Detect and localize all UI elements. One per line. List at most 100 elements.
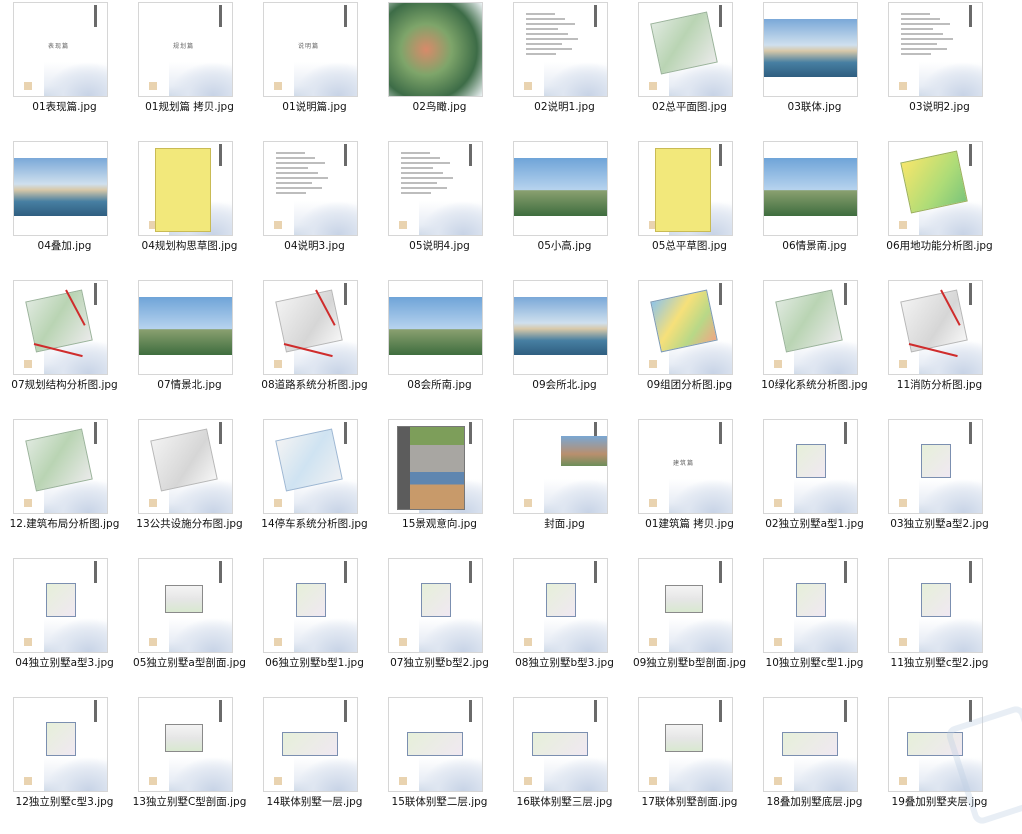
file-tile[interactable]: 15景观意向.jpg — [377, 417, 502, 556]
file-thumbnail[interactable] — [263, 141, 358, 236]
file-thumbnail[interactable] — [513, 280, 608, 375]
file-tile[interactable]: 03独立别墅a型2.jpg — [877, 417, 1002, 556]
file-tile[interactable]: 04叠加.jpg — [2, 139, 127, 278]
file-name-label[interactable]: 10绿化系统分析图.jpg — [752, 378, 877, 392]
file-tile[interactable]: 11独立别墅c型2.jpg — [877, 556, 1002, 695]
file-name-label[interactable]: 16联体别墅三层.jpg — [502, 795, 627, 809]
file-tile[interactable]: 10独立别墅c型1.jpg — [752, 556, 877, 695]
file-tile[interactable]: 18叠加别墅底层.jpg — [752, 695, 877, 834]
file-tile[interactable]: 08会所南.jpg — [377, 278, 502, 417]
file-thumbnail[interactable] — [263, 697, 358, 792]
file-name-label[interactable]: 09会所北.jpg — [502, 378, 627, 392]
file-name-label[interactable]: 04说明3.jpg — [252, 239, 377, 253]
file-tile[interactable]: 建筑篇 01建筑篇 拷贝.jpg — [627, 417, 752, 556]
file-thumbnail[interactable] — [513, 558, 608, 653]
file-name-label[interactable]: 08独立别墅b型3.jpg — [502, 656, 627, 670]
file-thumbnail[interactable] — [888, 558, 983, 653]
file-thumbnail[interactable] — [388, 280, 483, 375]
file-tile[interactable]: 08道路系统分析图.jpg — [252, 278, 377, 417]
file-thumbnail[interactable] — [13, 419, 108, 514]
file-tile[interactable]: 05说明4.jpg — [377, 139, 502, 278]
file-tile[interactable]: 09独立别墅b型剖面.jpg — [627, 556, 752, 695]
file-name-label[interactable]: 04规划构思草图.jpg — [127, 239, 252, 253]
file-name-label[interactable]: 03独立别墅a型2.jpg — [877, 517, 1002, 531]
file-name-label[interactable]: 02独立别墅a型1.jpg — [752, 517, 877, 531]
file-name-label[interactable]: 05小高.jpg — [502, 239, 627, 253]
file-tile[interactable]: 12.建筑布局分析图.jpg — [2, 417, 127, 556]
file-tile[interactable]: 02独立别墅a型1.jpg — [752, 417, 877, 556]
file-tile[interactable]: 17联体别墅剖面.jpg — [627, 695, 752, 834]
file-name-label[interactable]: 07情景北.jpg — [127, 378, 252, 392]
file-thumbnail[interactable] — [13, 558, 108, 653]
file-name-label[interactable]: 18叠加别墅底层.jpg — [752, 795, 877, 809]
file-thumbnail[interactable] — [513, 2, 608, 97]
file-name-label[interactable]: 11消防分析图.jpg — [877, 378, 1002, 392]
file-name-label[interactable]: 02总平面图.jpg — [627, 100, 752, 114]
file-thumbnail[interactable] — [138, 558, 233, 653]
file-thumbnail[interactable] — [138, 280, 233, 375]
file-name-label[interactable]: 03说明2.jpg — [877, 100, 1002, 114]
file-tile[interactable]: 05独立别墅a型剖面.jpg — [127, 556, 252, 695]
file-thumbnail[interactable] — [138, 141, 233, 236]
file-thumbnail[interactable]: 建筑篇 — [638, 419, 733, 514]
file-name-label[interactable]: 11独立别墅c型2.jpg — [877, 656, 1002, 670]
file-thumbnail[interactable] — [888, 280, 983, 375]
file-tile[interactable]: 02说明1.jpg — [502, 0, 627, 139]
file-thumbnail[interactable]: 说明篇 — [263, 2, 358, 97]
file-name-label[interactable]: 12.建筑布局分析图.jpg — [2, 517, 127, 531]
file-tile[interactable]: 05总平草图.jpg — [627, 139, 752, 278]
file-thumbnail[interactable]: 表现篇 — [13, 2, 108, 97]
file-name-label[interactable]: 17联体别墅剖面.jpg — [627, 795, 752, 809]
file-tile[interactable]: 02总平面图.jpg — [627, 0, 752, 139]
file-tile[interactable]: 10绿化系统分析图.jpg — [752, 278, 877, 417]
file-tile[interactable]: 14联体别墅一层.jpg — [252, 695, 377, 834]
file-name-label[interactable]: 05独立别墅a型剖面.jpg — [127, 656, 252, 670]
file-name-label[interactable]: 05说明4.jpg — [377, 239, 502, 253]
file-tile[interactable]: 说明篇 01说明篇.jpg — [252, 0, 377, 139]
file-thumbnail[interactable] — [763, 558, 858, 653]
file-tile[interactable]: 14停车系统分析图.jpg — [252, 417, 377, 556]
file-thumbnail[interactable] — [888, 141, 983, 236]
file-name-label[interactable]: 06用地功能分析图.jpg — [877, 239, 1002, 253]
file-thumbnail[interactable] — [638, 280, 733, 375]
file-name-label[interactable]: 09组团分析图.jpg — [627, 378, 752, 392]
file-thumbnail[interactable] — [888, 419, 983, 514]
file-tile[interactable]: 12独立别墅c型3.jpg — [2, 695, 127, 834]
file-thumbnail[interactable] — [388, 697, 483, 792]
file-tile[interactable]: 规划篇 01规划篇 拷贝.jpg — [127, 0, 252, 139]
file-name-label[interactable]: 06独立别墅b型1.jpg — [252, 656, 377, 670]
file-thumbnail[interactable] — [638, 697, 733, 792]
file-tile[interactable]: 13公共设施分布图.jpg — [127, 417, 252, 556]
file-name-label[interactable]: 02说明1.jpg — [502, 100, 627, 114]
file-name-label[interactable]: 07规划结构分析图.jpg — [2, 378, 127, 392]
file-tile[interactable]: 15联体别墅二层.jpg — [377, 695, 502, 834]
file-tile[interactable]: 封面.jpg — [502, 417, 627, 556]
file-name-label[interactable]: 01规划篇 拷贝.jpg — [127, 100, 252, 114]
file-tile[interactable]: 11消防分析图.jpg — [877, 278, 1002, 417]
file-tile[interactable]: 05小高.jpg — [502, 139, 627, 278]
file-tile[interactable]: 07规划结构分析图.jpg — [2, 278, 127, 417]
file-thumbnail[interactable] — [888, 2, 983, 97]
file-thumbnail[interactable] — [263, 419, 358, 514]
file-thumbnail[interactable] — [388, 2, 483, 97]
file-tile[interactable]: 04说明3.jpg — [252, 139, 377, 278]
file-thumbnail[interactable] — [388, 558, 483, 653]
file-tile[interactable]: 04规划构思草图.jpg — [127, 139, 252, 278]
file-tile[interactable]: 03联体.jpg — [752, 0, 877, 139]
file-thumbnail[interactable] — [13, 280, 108, 375]
file-tile[interactable]: 13独立别墅C型剖面.jpg — [127, 695, 252, 834]
file-name-label[interactable]: 15联体别墅二层.jpg — [377, 795, 502, 809]
file-thumbnail[interactable] — [638, 141, 733, 236]
file-thumbnail[interactable] — [13, 141, 108, 236]
file-name-label[interactable]: 13独立别墅C型剖面.jpg — [127, 795, 252, 809]
file-name-label[interactable]: 06情景南.jpg — [752, 239, 877, 253]
file-thumbnail[interactable]: 规划篇 — [138, 2, 233, 97]
file-thumbnail[interactable] — [763, 141, 858, 236]
file-tile[interactable]: 02鸟瞰.jpg — [377, 0, 502, 139]
file-name-label[interactable]: 01建筑篇 拷贝.jpg — [627, 517, 752, 531]
file-tile[interactable]: 09组团分析图.jpg — [627, 278, 752, 417]
file-name-label[interactable]: 14联体别墅一层.jpg — [252, 795, 377, 809]
file-tile[interactable]: 06情景南.jpg — [752, 139, 877, 278]
file-name-label[interactable]: 09独立别墅b型剖面.jpg — [627, 656, 752, 670]
file-thumbnail[interactable] — [388, 419, 483, 514]
